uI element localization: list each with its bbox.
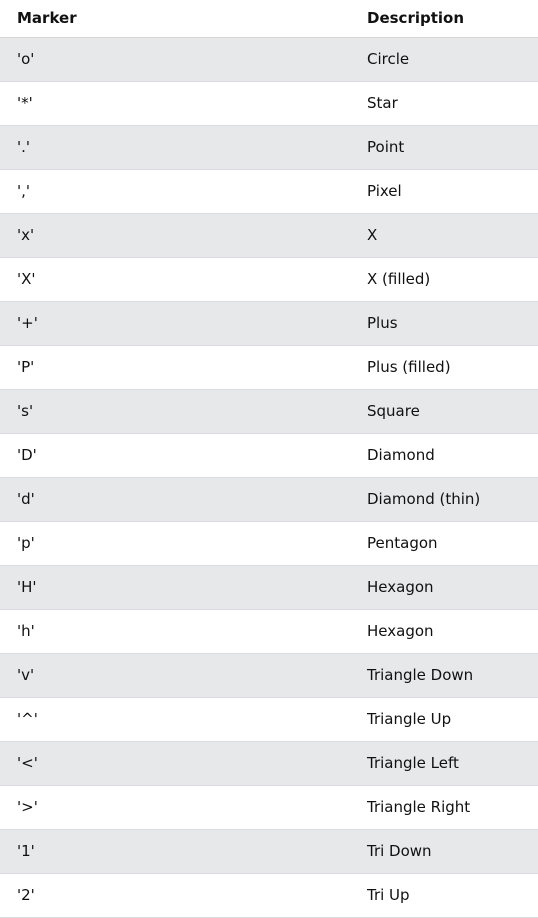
description-cell: Star — [350, 81, 538, 126]
description-cell: Circle — [350, 37, 538, 82]
description-cell: Triangle Right — [350, 785, 538, 830]
marker-cell: 'h' — [0, 609, 350, 654]
description-cell: Plus (filled) — [350, 345, 538, 390]
description-cell: Tri Down — [350, 829, 538, 874]
table-row: 'h' Hexagon — [0, 609, 538, 654]
marker-cell: 'H' — [0, 565, 350, 610]
description-cell: Square — [350, 389, 538, 434]
marker-cell: '+' — [0, 301, 350, 346]
table-row: '*' Star — [0, 81, 538, 126]
table-row: 'v' Triangle Down — [0, 653, 538, 698]
marker-cell: 'D' — [0, 433, 350, 478]
table-row: ',' Pixel — [0, 169, 538, 214]
marker-cell: 'p' — [0, 521, 350, 566]
table-row: 'x' X — [0, 213, 538, 258]
description-cell: Point — [350, 125, 538, 170]
description-cell: Diamond — [350, 433, 538, 478]
table-header: Marker Description — [0, 0, 538, 38]
marker-table: Marker Description 'o' Circle '*' Star '.' Po… — [0, 0, 538, 918]
description-cell: X (filled) — [350, 257, 538, 302]
description-cell: Triangle Down — [350, 653, 538, 698]
marker-cell: '.' — [0, 125, 350, 170]
table-row: 'X' X (filled) — [0, 257, 538, 302]
description-cell: Diamond (thin) — [350, 477, 538, 522]
description-column-header: Description — [350, 0, 538, 38]
marker-cell: 'd' — [0, 477, 350, 522]
table-row: 'p' Pentagon — [0, 521, 538, 566]
description-cell: Hexagon — [350, 565, 538, 610]
table-row: 'd' Diamond (thin) — [0, 477, 538, 522]
description-cell: Triangle Left — [350, 741, 538, 786]
table-row: '+' Plus — [0, 301, 538, 346]
description-cell: Pentagon — [350, 521, 538, 566]
description-cell: Tri Up — [350, 873, 538, 918]
marker-cell: 'X' — [0, 257, 350, 302]
marker-cell: '<' — [0, 741, 350, 786]
marker-cell: '>' — [0, 785, 350, 830]
table-row: '1' Tri Down — [0, 829, 538, 874]
marker-cell: ',' — [0, 169, 350, 214]
table-row: '^' Triangle Up — [0, 697, 538, 742]
marker-cell: 'P' — [0, 345, 350, 390]
marker-cell: 'x' — [0, 213, 350, 258]
description-cell: X — [350, 213, 538, 258]
table-row: '>' Triangle Right — [0, 785, 538, 830]
marker-cell: 's' — [0, 389, 350, 434]
table-body: 'o' Circle '*' Star '.' Point ',' Pixel'x' X 'X' X… — [0, 37, 538, 918]
header-row: Marker Description — [0, 0, 538, 38]
marker-cell: '1' — [0, 829, 350, 874]
table-row: 'H' Hexagon — [0, 565, 538, 610]
marker-cell: 'v' — [0, 653, 350, 698]
marker-cell: 'o' — [0, 37, 350, 82]
marker-column-header: Marker — [0, 0, 350, 38]
marker-cell: '*' — [0, 81, 350, 126]
table-row: '<' Triangle Left — [0, 741, 538, 786]
marker-cell: '^' — [0, 697, 350, 742]
table-row: '.' Point — [0, 125, 538, 170]
marker-cell: '2' — [0, 873, 350, 918]
table-row: 'P' Plus (filled) — [0, 345, 538, 390]
description-cell: Triangle Up — [350, 697, 538, 742]
description-cell: Pixel — [350, 169, 538, 214]
description-cell: Plus — [350, 301, 538, 346]
table-row: 'o' Circle — [0, 37, 538, 82]
table-row: 'D' Diamond — [0, 433, 538, 478]
description-cell: Hexagon — [350, 609, 538, 654]
table-row: 's' Square — [0, 389, 538, 434]
table-row: '2' Tri Up — [0, 873, 538, 918]
